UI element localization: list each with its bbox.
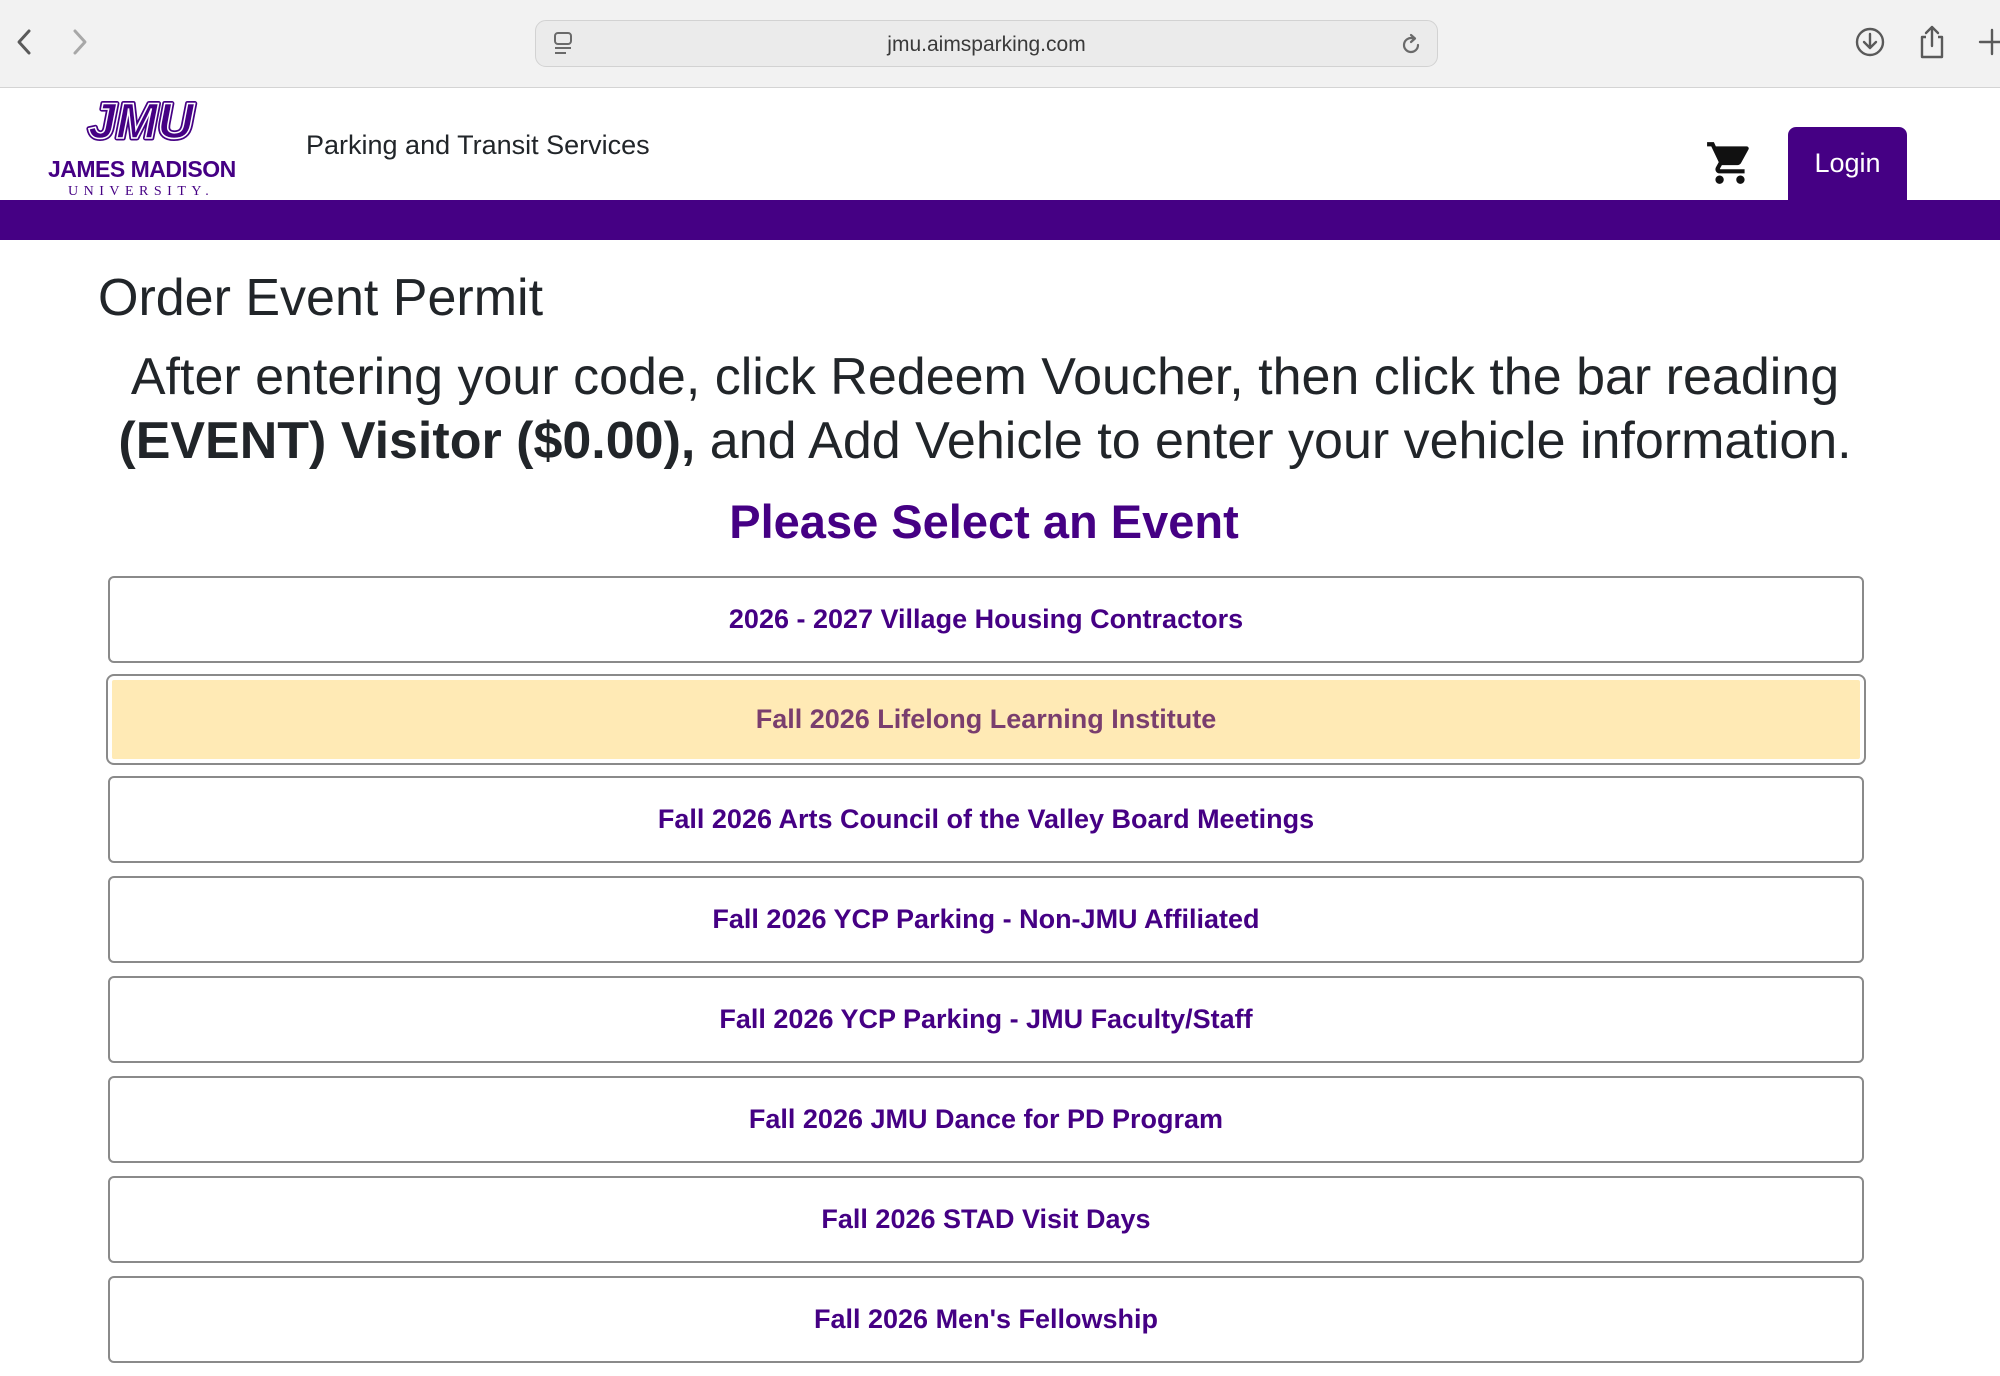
site-header: JMU JMU JAMES MADISON UNIVERSITY. Parkin… [0,88,2000,200]
cart-button[interactable] [1704,138,1756,188]
share-icon [1920,25,1944,59]
logo-university-label: UNIVERSITY. [68,184,215,199]
logo-text-fill: JMU [88,94,195,146]
forward-button[interactable] [60,22,100,62]
event-item[interactable]: Fall 2026 YCP Parking - Non-JMU Affiliat… [108,876,1864,963]
logo-university-name: JAMES MADISON [48,156,236,182]
department-name[interactable]: Parking and Transit Services [306,130,650,161]
address-bar[interactable]: jmu.aimsparking.com [535,20,1438,67]
plus-icon [1978,28,2000,56]
downloads-button[interactable] [1848,20,1892,64]
instructions-text: After entering your code, click Redeem V… [60,345,1910,473]
shopping-cart-icon [1707,142,1749,184]
url-text: jmu.aimsparking.com [887,33,1086,56]
event-item[interactable]: Fall 2026 YCP Parking - JMU Faculty/Staf… [108,976,1864,1063]
event-item[interactable]: Fall 2026 Men's Fellowship [108,1276,1864,1363]
event-item[interactable]: 2026 - 2027 Village Housing Contractors [108,576,1864,663]
jmu-logo[interactable]: JMU JMU JAMES MADISON UNIVERSITY. [44,94,244,199]
new-tab-button[interactable] [1970,20,2000,64]
event-item[interactable]: Fall 2026 STAD Visit Days [108,1176,1864,1263]
select-event-heading: Please Select an Event [729,495,1239,548]
chevron-left-icon [17,29,31,55]
download-icon [1855,27,1885,57]
back-button[interactable] [4,22,44,62]
browser-toolbar: jmu.aimsparking.com [0,0,2000,88]
event-item[interactable]: Fall 2026 JMU Dance for PD Program [108,1076,1864,1163]
chevron-right-icon [73,29,87,55]
instructions-part2: and Add Vehicle to enter your vehicle in… [695,412,1852,470]
header-divider-band [0,200,2000,240]
event-item[interactable]: Fall 2026 Arts Council of the Valley Boa… [108,776,1864,863]
jmu-logo-mark: JMU JMU [86,94,198,146]
page-title: Order Event Permit [98,269,544,327]
instructions-bold: (EVENT) Visitor ($0.00), [118,412,696,470]
login-button[interactable]: Login [1788,127,1907,200]
instructions-part1: After entering your code, click Redeem V… [130,348,1840,406]
event-list: 2026 - 2027 Village Housing Contractors … [106,576,1866,1376]
share-button[interactable] [1910,20,1954,64]
reload-icon[interactable] [1397,31,1425,59]
event-item[interactable]: Fall 2026 Lifelong Learning Institute [106,674,1866,765]
